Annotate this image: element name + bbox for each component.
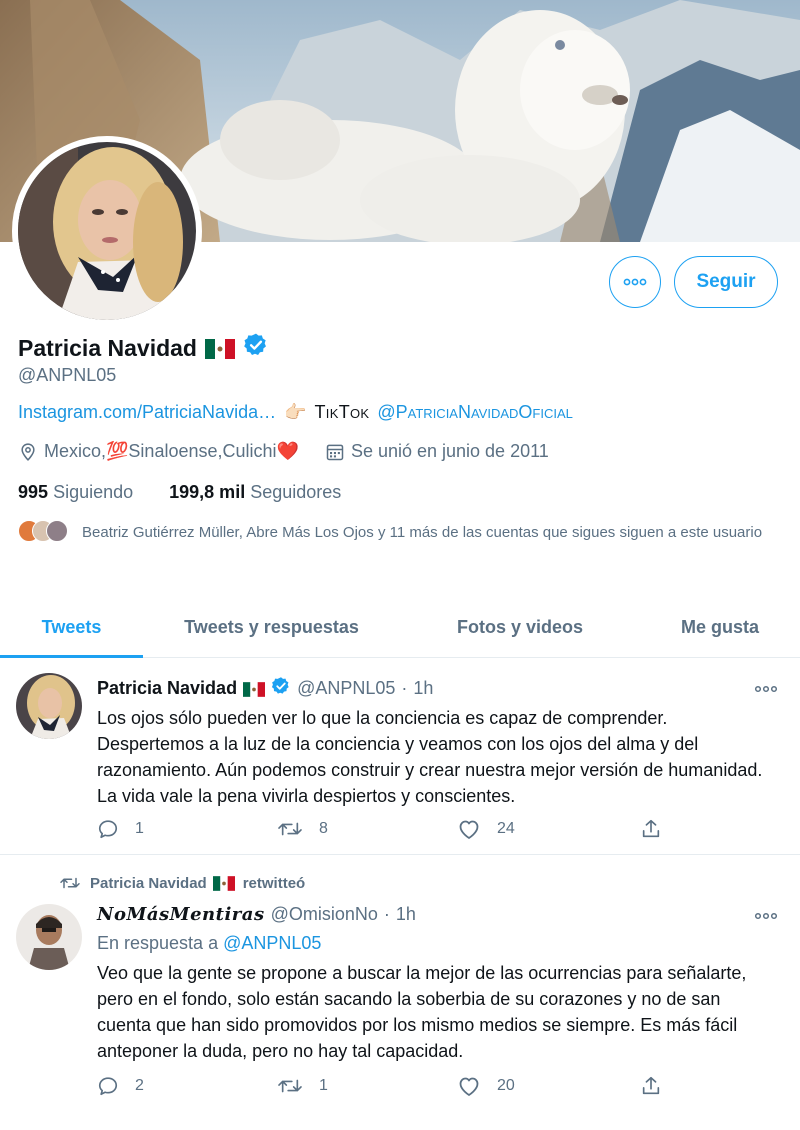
reply-count: 1	[135, 820, 144, 837]
tweet-author-name[interactable]: Patricia Navidad	[97, 678, 237, 699]
avatar[interactable]	[16, 904, 82, 970]
mexico-flag-icon	[212, 875, 235, 891]
profile-tabs: Tweets Tweets y respuestas Fotos y video…	[0, 598, 800, 658]
profile-bio: Instagram.com/PatriciaNavida… 👉🏻 TikTok …	[18, 402, 573, 423]
share-icon	[642, 819, 660, 838]
tweet-text: Veo que la gente se propone a buscar la …	[97, 963, 747, 1061]
followers-stat[interactable]: 199,8 mil Seguidores	[169, 482, 341, 503]
tweet-header: Patricia Navidad @ANPNL05 · 1h	[97, 676, 433, 701]
calendar-icon	[326, 444, 344, 460]
known-followers[interactable]: Beatriz Gutiérrez Müller, Abre Más Los O…	[18, 520, 778, 545]
retweet-icon	[278, 822, 302, 836]
tweet-actions: 2 1 20	[97, 1075, 677, 1101]
heart-icon	[459, 1077, 479, 1096]
tweet-header: 𝑵𝒐𝑴á𝒔𝑴𝒆𝒏𝒕𝒊𝒓𝒂𝒔 @OmisionNo · 1h	[97, 904, 416, 925]
reply-icon	[98, 1077, 118, 1096]
profile-photo	[18, 142, 196, 320]
tweet-dot-separator: ·	[383, 904, 390, 924]
retweet-button[interactable]: 8	[277, 818, 328, 840]
profile-name: Patricia Navidad	[18, 334, 197, 361]
location-pin-icon	[21, 442, 35, 461]
bio-tiktok-label: TikTok	[314, 402, 370, 422]
retweeted-by-name[interactable]: Patricia Navidad	[90, 875, 207, 892]
tweet-item[interactable]: Patricia Navidad @ANPNL05 · 1h Los ojos …	[0, 659, 800, 855]
like-count: 20	[497, 1077, 515, 1094]
tweet-author-handle: @OmisionNo	[270, 904, 378, 924]
tweet-timestamp[interactable]: 1h	[413, 678, 433, 699]
reply-button[interactable]: 1	[97, 818, 144, 840]
mexico-flag-icon	[204, 338, 235, 359]
retweet-label: retwitteó	[242, 874, 306, 892]
tweet-text: Los ojos sólo pueden ver lo que la conci…	[97, 708, 763, 806]
following-stat[interactable]: 995 Siguiendo	[18, 482, 133, 503]
more-options-button[interactable]	[609, 256, 661, 308]
retweet-button[interactable]: 1	[277, 1075, 328, 1097]
reply-button[interactable]: 2	[97, 1075, 144, 1097]
tab-likes[interactable]: Me gusta	[640, 598, 800, 657]
tab-photos-and-videos[interactable]: Fotos y videos	[400, 598, 640, 657]
heart-icon	[459, 820, 479, 839]
profile-stats: 995 Siguiendo 199,8 mil Seguidores	[18, 482, 341, 503]
retweet-icon	[278, 1079, 302, 1093]
like-button[interactable]: 24	[457, 818, 515, 840]
reply-prefix: En respuesta a	[97, 933, 219, 953]
more-horizontal-icon	[623, 278, 647, 286]
profile-meta: Mexico,💯Sinaloense,Culichi❤️ Se unió en …	[18, 441, 549, 462]
like-count: 24	[497, 820, 515, 837]
profile-avatar[interactable]	[12, 136, 202, 326]
followers-label: Seguidores	[250, 482, 342, 502]
bio-tiktok-handle-link[interactable]: @PatriciaNavidadOficial	[377, 402, 573, 423]
retweet-count: 1	[319, 1077, 328, 1094]
following-label: Siguiendo	[53, 482, 134, 502]
tweet-item[interactable]: Patricia Navidad retwitteó 𝑵𝒐𝑴á𝒔𝑴𝒆𝒏𝒕𝒊𝒓𝒂𝒔…	[0, 856, 800, 1130]
share-icon	[642, 1076, 660, 1095]
verified-badge-icon	[271, 676, 291, 701]
known-followers-text: Beatriz Gutiérrez Müller, Abre Más Los O…	[82, 524, 763, 541]
profile-name-row: Patricia Navidad	[18, 332, 269, 364]
avatar	[46, 520, 68, 542]
follow-button[interactable]: Seguir	[674, 256, 778, 308]
avatar[interactable]	[16, 673, 82, 739]
tweet-actions: 1 8 24	[97, 818, 677, 844]
tweet-author-handle: @ANPNL05	[297, 678, 396, 698]
tab-tweets-and-replies[interactable]: Tweets y respuestas	[143, 598, 400, 657]
retweet-icon	[60, 877, 80, 889]
verified-badge-icon	[243, 332, 269, 364]
retweet-count: 8	[319, 820, 328, 837]
retweet-context: Patricia Navidad retwitteó	[58, 874, 305, 892]
profile-location: Mexico,💯Sinaloense,Culichi❤️	[44, 441, 299, 461]
reply-context: En respuesta a @ANPNL05	[97, 933, 321, 954]
reply-icon	[98, 820, 118, 839]
like-button[interactable]: 20	[457, 1075, 515, 1097]
tweet-dot-separator: ·	[401, 678, 408, 698]
more-horizontal-icon[interactable]	[754, 910, 778, 922]
tweet-timestamp[interactable]: 1h	[396, 904, 416, 925]
profile-joined-date: Se unió en junio de 2011	[350, 441, 549, 461]
share-button[interactable]	[640, 818, 662, 840]
reply-to-handle-link[interactable]: @ANPNL05	[223, 933, 321, 953]
mexico-flag-icon	[243, 681, 266, 697]
known-followers-avatars	[18, 520, 68, 545]
following-count: 995	[18, 482, 49, 502]
profile-handle: @ANPNL05	[18, 365, 117, 385]
followers-count: 199,8 mil	[169, 482, 246, 502]
reply-count: 2	[135, 1077, 144, 1094]
tweet-author-name[interactable]: 𝑵𝒐𝑴á𝒔𝑴𝒆𝒏𝒕𝒊𝒓𝒂𝒔	[97, 904, 265, 925]
more-horizontal-icon[interactable]	[754, 683, 778, 695]
share-button[interactable]	[640, 1075, 662, 1097]
tab-tweets[interactable]: Tweets	[0, 598, 143, 658]
pointing-hand-emoji: 👉🏻	[284, 402, 307, 422]
bio-instagram-link[interactable]: Instagram.com/PatriciaNavida…	[18, 402, 276, 423]
